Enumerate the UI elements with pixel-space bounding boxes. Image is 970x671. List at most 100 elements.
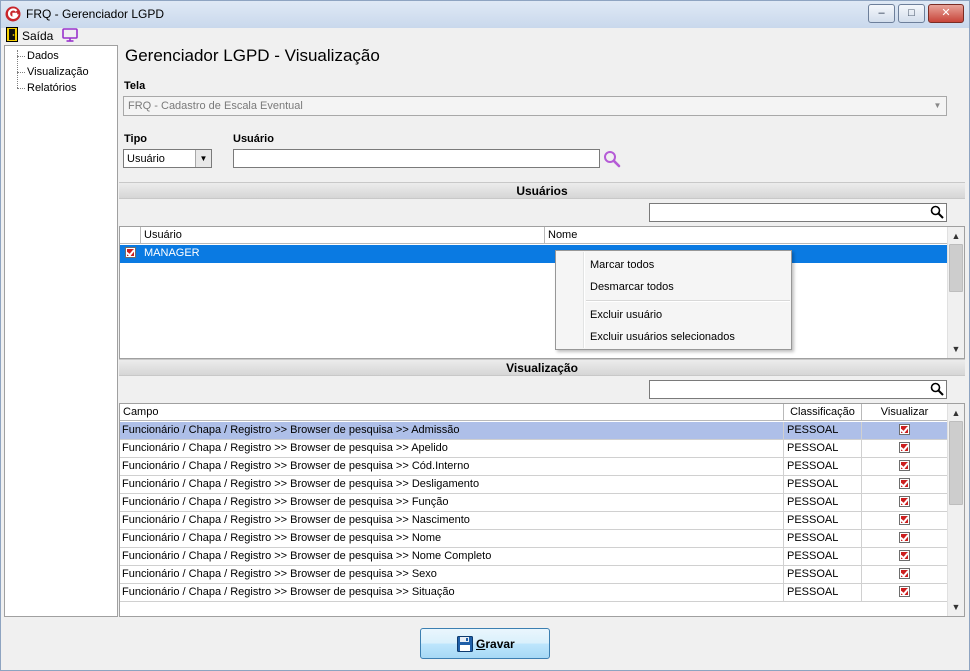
visualizar-checkbox[interactable]: [899, 531, 910, 543]
table-row[interactable]: Funcionário / Chapa / Registro >> Browse…: [120, 512, 948, 530]
visualizar-checkbox[interactable]: [899, 513, 910, 525]
visualizar-cell: [862, 458, 948, 476]
visualizar-cell: [862, 566, 948, 584]
menu-item-excluir-usuario[interactable]: Excluir usuário: [557, 304, 790, 326]
campo-cell: Funcionário / Chapa / Registro >> Browse…: [120, 422, 784, 440]
campo-cell: Funcionário / Chapa / Registro >> Browse…: [120, 530, 784, 548]
scroll-thumb[interactable]: [949, 244, 963, 292]
gravar-label: Gravar: [476, 637, 515, 651]
campo-cell: Funcionário / Chapa / Registro >> Browse…: [120, 494, 784, 512]
campo-cell: Funcionário / Chapa / Registro >> Browse…: [120, 476, 784, 494]
usuario-input[interactable]: [233, 149, 600, 168]
table-row[interactable]: Funcionário / Chapa / Registro >> Browse…: [120, 566, 948, 584]
chevron-down-icon[interactable]: ▼: [195, 150, 211, 167]
usuarios-section-header: Usuários: [119, 182, 965, 199]
context-menu: Marcar todos Desmarcar todos Excluir usu…: [555, 250, 792, 350]
classificacao-cell: PESSOAL: [784, 458, 862, 476]
tela-dropdown-value: FRQ - Cadastro de Escala Eventual: [128, 100, 303, 112]
app-logo-icon: [5, 6, 21, 22]
visualizar-checkbox[interactable]: [899, 441, 910, 453]
maximize-button[interactable]: □: [898, 4, 925, 23]
visualizar-cell: [862, 422, 948, 440]
visualizar-checkbox[interactable]: [899, 549, 910, 561]
grid-header-nome[interactable]: Nome: [545, 227, 949, 244]
search-icon[interactable]: [930, 205, 944, 219]
visualizar-cell: [862, 512, 948, 530]
menu-item-desmarcar-todos[interactable]: Desmarcar todos: [557, 276, 790, 298]
campo-cell: Funcionário / Chapa / Registro >> Browse…: [120, 584, 784, 602]
visualizar-cell: [862, 548, 948, 566]
menu-item-excluir-selecionados[interactable]: Excluir usuários selecionados: [557, 326, 790, 348]
monitor-icon[interactable]: [62, 28, 78, 42]
scroll-up-icon[interactable]: ▲: [948, 228, 964, 244]
visualizar-checkbox[interactable]: [899, 495, 910, 507]
table-row[interactable]: Funcionário / Chapa / Registro >> Browse…: [120, 476, 948, 494]
classificacao-cell: PESSOAL: [784, 440, 862, 458]
exit-menu-item[interactable]: Saída: [22, 29, 53, 43]
grid-header-campo[interactable]: Campo: [120, 404, 784, 421]
tela-dropdown[interactable]: FRQ - Cadastro de Escala Eventual ▼: [123, 96, 947, 116]
grid-header-visualizar[interactable]: Visualizar: [862, 404, 948, 421]
visualizar-checkbox[interactable]: [899, 477, 910, 489]
table-row[interactable]: Funcionário / Chapa / Registro >> Browse…: [120, 530, 948, 548]
page-title: Gerenciador LGPD - Visualização: [125, 46, 380, 65]
classificacao-cell: PESSOAL: [784, 584, 862, 602]
visualizar-checkbox[interactable]: [899, 423, 910, 435]
close-button[interactable]: ✕: [928, 4, 964, 23]
visualizacao-scrollbar[interactable]: ▲ ▼: [947, 404, 964, 616]
usuarios-filter-input[interactable]: [649, 203, 947, 222]
usuarios-grid: Usuário Nome MANAGER ▲ ▼: [119, 226, 965, 359]
table-row[interactable]: MANAGER: [120, 245, 948, 263]
exit-door-icon[interactable]: [6, 27, 18, 42]
campo-cell: Funcionário / Chapa / Registro >> Browse…: [120, 458, 784, 476]
usuario-label: Usuário: [233, 133, 274, 145]
classificacao-cell: PESSOAL: [784, 566, 862, 584]
campo-cell: Funcionário / Chapa / Registro >> Browse…: [120, 566, 784, 584]
tree-item-dados[interactable]: Dados: [27, 50, 59, 62]
table-row[interactable]: Funcionário / Chapa / Registro >> Browse…: [120, 422, 948, 440]
window-title: FRQ - Gerenciador LGPD: [26, 7, 165, 21]
table-row[interactable]: Funcionário / Chapa / Registro >> Browse…: [120, 494, 948, 512]
grid-header-usuario[interactable]: Usuário: [141, 227, 545, 244]
minimize-button[interactable]: –: [868, 4, 895, 23]
visualizar-checkbox[interactable]: [899, 585, 910, 597]
row-checkbox[interactable]: [124, 246, 136, 258]
visualizar-cell: [862, 530, 948, 548]
tree-item-visualizacao[interactable]: Visualização: [27, 66, 89, 78]
campo-cell: Funcionário / Chapa / Registro >> Browse…: [120, 512, 784, 530]
usuarios-scrollbar[interactable]: ▲ ▼: [947, 227, 964, 358]
visualizar-checkbox[interactable]: [899, 567, 910, 579]
campo-cell: Funcionário / Chapa / Registro >> Browse…: [120, 548, 784, 566]
classificacao-cell: PESSOAL: [784, 548, 862, 566]
scroll-up-icon[interactable]: ▲: [948, 405, 964, 421]
grid-header-check: [120, 227, 141, 244]
visualizar-cell: [862, 494, 948, 512]
chevron-down-icon[interactable]: ▼: [929, 97, 946, 115]
classificacao-cell: PESSOAL: [784, 422, 862, 440]
visualizar-cell: [862, 440, 948, 458]
tipo-dropdown-value: Usuário: [127, 153, 165, 165]
search-icon[interactable]: [603, 150, 621, 168]
scroll-down-icon[interactable]: ▼: [948, 599, 964, 615]
tree-item-relatorios[interactable]: Relatórios: [27, 82, 77, 94]
visualizacao-filter-input[interactable]: [649, 380, 947, 399]
search-icon[interactable]: [930, 382, 944, 396]
tipo-label: Tipo: [124, 133, 148, 145]
floppy-disk-icon: [457, 636, 473, 652]
menu-separator: [586, 300, 790, 302]
table-row[interactable]: Funcionário / Chapa / Registro >> Browse…: [120, 548, 948, 566]
gravar-button[interactable]: Gravar: [420, 628, 550, 659]
table-row[interactable]: Funcionário / Chapa / Registro >> Browse…: [120, 440, 948, 458]
table-row[interactable]: Funcionário / Chapa / Registro >> Browse…: [120, 458, 948, 476]
table-row[interactable]: Funcionário / Chapa / Registro >> Browse…: [120, 584, 948, 602]
classificacao-cell: PESSOAL: [784, 530, 862, 548]
grid-header-classificacao[interactable]: Classificação: [784, 404, 862, 421]
usuario-cell: MANAGER: [141, 245, 545, 263]
scroll-thumb[interactable]: [949, 421, 963, 505]
campo-cell: Funcionário / Chapa / Registro >> Browse…: [120, 440, 784, 458]
tipo-dropdown[interactable]: Usuário ▼: [123, 149, 212, 168]
visualizar-checkbox[interactable]: [899, 459, 910, 471]
scroll-down-icon[interactable]: ▼: [948, 341, 964, 357]
menu-item-marcar-todos[interactable]: Marcar todos: [557, 254, 790, 276]
classificacao-cell: PESSOAL: [784, 494, 862, 512]
